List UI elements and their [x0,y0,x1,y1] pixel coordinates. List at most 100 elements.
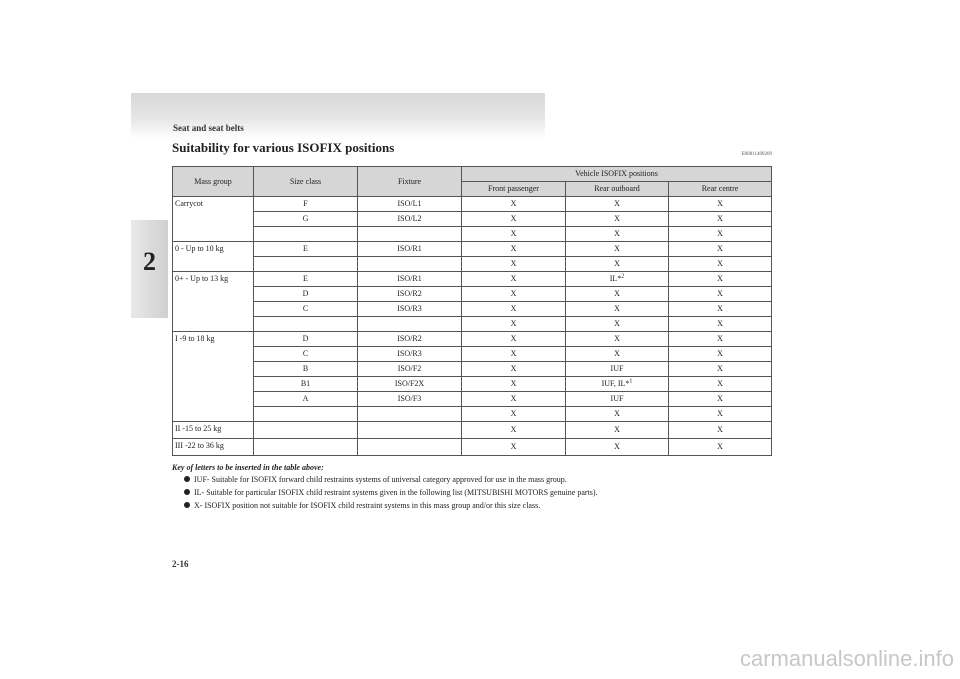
rear-outboard-cell: X [565,331,669,347]
rear-centre-cell: X [667,211,773,227]
size-class-cell-text: D [302,289,309,298]
rear-outboard-cell: IUF, IL*1 [565,376,669,392]
rear-centre-cell: X [667,256,773,272]
header-fixture: Fixture [357,166,462,197]
rear-centre-cell-text: X [717,394,723,403]
table-row: C ISO/R3 X X X [173,346,773,362]
size-class-cell-text: C [302,304,309,313]
front-passenger-cell: X [461,271,566,287]
front-passenger-cell-text: X [510,259,517,268]
isofix-table: Mass group Size class Fixture Vehicle IS… [172,166,773,456]
fixture-cell [357,256,462,272]
front-passenger-cell: X [461,241,566,257]
rear-centre-cell: X [667,286,773,302]
rear-outboard-cell-text: X [614,442,620,451]
table-row: III -22 to 36 kg X X X [172,438,773,456]
key-section: Key of letters to be inserted in the tab… [172,463,772,514]
rear-centre-cell-text: X [717,442,723,451]
rear-centre-cell-text: X [717,244,723,253]
page-number: 2-16 [172,559,189,569]
mass-group-cell: 0+ - Up to 13 kg [172,271,254,332]
rear-outboard-cell-text: X [614,425,620,434]
size-class-cell-text: C [302,349,309,358]
rear-centre-cell-text: X [717,199,723,208]
fixture-cell: ISO/R2 [357,286,462,302]
rear-centre-cell-text: X [717,289,723,298]
rear-centre-cell: X [667,271,773,287]
bullet-icon [184,502,190,508]
rear-outboard-cell-text: X [614,229,620,238]
table-row: 0+ - Up to 13 kg E ISO/R1 X IL*2 X [172,271,773,332]
table-row: I -9 to 18 kg D ISO/R2 X X X [172,331,773,422]
size-class-cell: E [253,241,358,257]
fixture-cell-text: ISO/F3 [397,394,422,403]
rear-outboard-cell: X [565,226,669,242]
fixture-cell: ISO/R3 [357,301,462,317]
front-passenger-cell: X [461,316,566,332]
front-passenger-cell: X [461,286,566,302]
table-row: D ISO/R2 X X X [173,286,773,302]
size-class-cell [253,406,358,422]
front-passenger-cell: X [461,226,566,242]
rear-centre-cell-text: X [717,349,723,358]
table-row: XXX [173,256,773,272]
rear-outboard-cell-text: X [614,304,620,313]
fixture-cell: ISO/R1 [357,241,462,257]
table-row: XXX [173,226,773,242]
fixture-cell: ISO/R2 [357,331,462,347]
rear-outboard-cell-text: IUF, IL* [601,379,630,388]
rear-centre-cell-text: X [717,319,723,328]
rear-outboard-cell: X [565,301,669,317]
key-item-text: IUF- Suitable for ISOFIX forward child r… [194,475,567,484]
size-class-cell: F [253,196,358,212]
rear-outboard-cell-text: X [614,259,620,268]
size-class-cell [253,421,358,439]
header-rear-centre: Rear centre [667,181,773,197]
size-class-cell-text: E [303,274,308,283]
front-passenger-cell: X [461,301,566,317]
table-row: XXX [173,316,773,332]
front-passenger-cell: X [461,438,566,456]
fixture-cell-text: ISO/R2 [397,289,422,298]
front-passenger-cell-text: X [510,379,517,388]
footnote-marker: 1 [629,378,633,385]
fixture-cell-text: ISO/R3 [397,304,422,313]
fixture-cell-text: ISO/F2 [397,364,422,373]
front-passenger-cell: X [461,361,566,377]
key-title: Key of letters to be inserted in the tab… [172,463,324,472]
front-passenger-cell-text: X [510,289,517,298]
key-item-iuf: IUF- Suitable for ISOFIX forward child r… [184,475,772,484]
fixture-cell-text: ISO/F2X [394,379,425,388]
front-passenger-cell-text: X [510,214,517,223]
fixture-cell-text: ISO/R1 [397,244,422,253]
table-row: XXX [173,406,773,422]
size-class-cell [253,438,358,456]
size-class-cell: G [253,211,358,227]
page-heading: Suitability for various ISOFIX positions [172,140,395,155]
fixture-cell [357,406,462,422]
key-item-il: IL- Suitable for particular ISOFIX child… [184,488,772,497]
mass-group-cell: Carrycot [172,196,254,242]
front-passenger-cell: X [461,211,566,227]
table-row: Carrycot F ISO/L1 X X X [172,196,773,242]
mass-group-cell: III -22 to 36 kg [172,438,254,456]
front-passenger-cell-text: X [510,425,517,434]
size-class-cell-text: B1 [300,379,311,388]
chapter-tab: 2 [131,220,168,318]
size-class-cell: C [253,346,358,362]
rear-outboard-cell: X [565,438,669,456]
rear-centre-cell-text: X [717,409,723,418]
front-passenger-cell-text: X [510,442,517,451]
front-passenger-cell-text: X [510,274,517,283]
rear-centre-cell-text: X [717,259,723,268]
table-row: II -15 to 25 kg X X X [172,421,773,439]
rear-outboard-cell-text: IL* [609,274,622,283]
rear-centre-cell: X [667,346,773,362]
front-passenger-cell: X [461,331,566,347]
rear-centre-cell-text: X [717,425,723,434]
rear-centre-cell: X [667,391,773,407]
rear-outboard-cell-text: IUF [610,394,624,403]
front-passenger-cell-text: X [510,394,517,403]
size-class-cell-text: B [302,364,309,373]
fixture-cell-text: ISO/L1 [397,199,422,208]
